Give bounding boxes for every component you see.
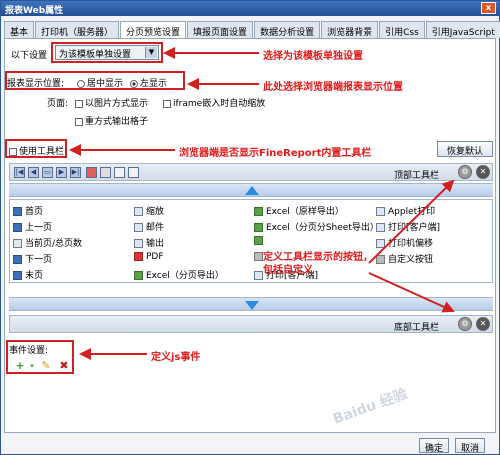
annotation-arrows [69, 47, 455, 360]
properties-dialog: 报表Web属性 x 基本 打印机（服务器） 分页预览设置 填报页面设置 数据分析… [0, 0, 500, 455]
arrow-to-top-toolbar [368, 179, 455, 264]
arrow-to-bottom-toolbar [368, 272, 455, 313]
